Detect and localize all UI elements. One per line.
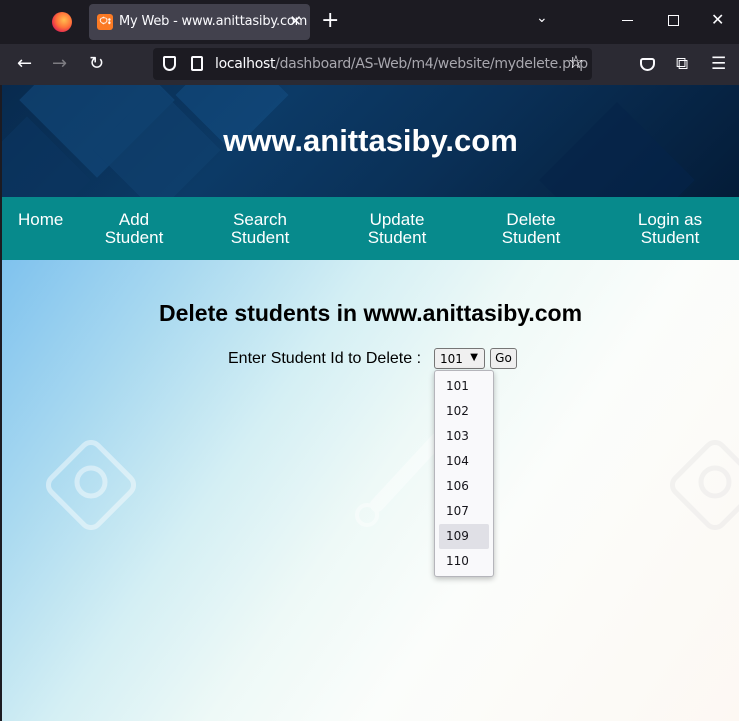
window-close-icon[interactable]: ✕: [711, 10, 724, 29]
menu-delete-student[interactable]: Delete Student: [496, 211, 566, 247]
selected-value: 101: [440, 352, 463, 366]
dropdown-option[interactable]: 102: [439, 399, 489, 424]
dropdown-option[interactable]: 101: [439, 374, 489, 399]
page-info-icon[interactable]: [191, 56, 203, 71]
student-id-select[interactable]: 101 ▼: [434, 348, 485, 369]
maximize-icon[interactable]: [668, 15, 679, 26]
menu-login-student[interactable]: Login as Student: [630, 211, 710, 247]
watermark-icon: [670, 440, 739, 530]
url-text[interactable]: localhost/dashboard/AS-Web/m4/website/my…: [215, 56, 588, 72]
close-tab-icon[interactable]: ✕: [289, 12, 302, 30]
content-area: Delete students in www.anittasiby.com En…: [2, 260, 739, 721]
browser-tab-bar: ഃ My Web - www.anittasiby.com ✕ + ⌄ ✕: [0, 0, 739, 44]
firefox-icon[interactable]: [52, 12, 72, 32]
xampp-icon: ഃ: [97, 14, 113, 30]
menu-home[interactable]: Home: [18, 211, 63, 229]
extensions-icon[interactable]: ⧉: [676, 54, 688, 74]
site-banner: www.anittasiby.com: [2, 85, 739, 197]
dropdown-option[interactable]: 103: [439, 424, 489, 449]
menu-update-student[interactable]: Update Student: [362, 211, 432, 247]
pocket-icon[interactable]: [640, 58, 655, 71]
dropdown-option[interactable]: 104: [439, 449, 489, 474]
back-arrow-icon[interactable]: ←: [17, 54, 32, 74]
page-heading: Delete students in www.anittasiby.com: [158, 300, 583, 326]
tab-title: My Web - www.anittasiby.com: [119, 14, 308, 29]
url-bar[interactable]: localhost/dashboard/AS-Web/m4/website/my…: [153, 48, 592, 80]
site-menu-bar: Home Add Student Search Student Update S…: [2, 197, 739, 260]
go-button[interactable]: Go: [490, 348, 517, 369]
watermark-icon: [355, 433, 442, 527]
student-id-dropdown: 101 102 103 104 106 107 109 110: [434, 370, 494, 577]
browser-tab[interactable]: ഃ My Web - www.anittasiby.com ✕: [89, 4, 310, 40]
browser-navigation-bar: ← → ↻ localhost/dashboard/AS-Web/m4/webs…: [0, 44, 739, 85]
student-id-label: Enter Student Id to Delete :: [228, 350, 422, 367]
chevron-down-icon[interactable]: ⌄: [536, 10, 548, 26]
hamburger-menu-icon[interactable]: ☰: [711, 54, 726, 74]
site-title: www.anittasiby.com: [223, 123, 518, 158]
bookmark-star-icon[interactable]: ☆: [568, 52, 584, 73]
new-tab-icon[interactable]: +: [321, 9, 339, 33]
menu-add-student[interactable]: Add Student: [99, 211, 169, 247]
dropdown-option-highlighted[interactable]: 109: [439, 524, 489, 549]
url-host: localhost: [215, 56, 276, 72]
reload-icon[interactable]: ↻: [89, 54, 104, 74]
dropdown-option[interactable]: 106: [439, 474, 489, 499]
minimize-icon[interactable]: [622, 20, 633, 21]
chevron-down-icon: ▼: [470, 352, 478, 363]
dropdown-option[interactable]: 110: [439, 549, 489, 574]
menu-search-student[interactable]: Search Student: [225, 211, 295, 247]
forward-arrow-icon[interactable]: →: [52, 54, 67, 74]
url-path: /dashboard/AS-Web/m4/website/mydelete.ph…: [275, 56, 588, 72]
web-page: www.anittasiby.com Home Add Student Sear…: [2, 85, 739, 721]
watermark-icon: [46, 440, 136, 530]
shield-icon[interactable]: [163, 56, 176, 71]
dropdown-option[interactable]: 107: [439, 499, 489, 524]
